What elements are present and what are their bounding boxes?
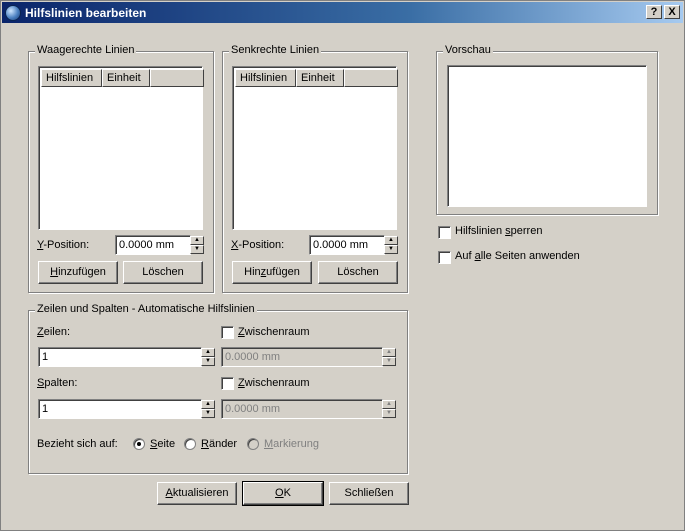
column-header-guides[interactable]: Hilfslinien bbox=[235, 69, 296, 87]
rows-gap-input[interactable]: 0.0000 mm bbox=[221, 347, 383, 367]
column-header-unit[interactable]: Einheit bbox=[296, 69, 344, 87]
columns-gap-label[interactable]: Zwischenraum bbox=[238, 377, 310, 389]
radio-margins[interactable] bbox=[184, 438, 196, 450]
radio-selection-label[interactable]: Markierung bbox=[264, 438, 319, 450]
column-header-empty bbox=[344, 69, 398, 87]
apply-all-pages-checkbox[interactable] bbox=[438, 251, 451, 264]
rows-gap-checkbox[interactable] bbox=[221, 326, 234, 339]
preview-group: Vorschau bbox=[436, 44, 658, 215]
apply-all-pages-label[interactable]: Auf alle Seiten anwenden bbox=[455, 250, 580, 262]
rows-gap-spinner[interactable]: ▲ ▼ bbox=[382, 348, 396, 366]
close-button[interactable]: X bbox=[664, 5, 680, 19]
radio-page[interactable] bbox=[133, 438, 145, 450]
radio-selection[interactable] bbox=[247, 438, 259, 450]
vertical-lines-title: Senkrechte Linien bbox=[229, 44, 322, 56]
refer-to-label: Bezieht sich auf: bbox=[37, 438, 118, 450]
auto-guides-group: Zeilen und Spalten - Automatische Hilfsl… bbox=[28, 303, 408, 474]
y-position-input[interactable]: 0.0000 mm bbox=[115, 235, 191, 255]
columns-label: Spalten: bbox=[37, 377, 78, 389]
close-dialog-button[interactable]: Schließen bbox=[329, 482, 409, 505]
columns-input[interactable]: 1 bbox=[38, 399, 202, 419]
column-header-unit[interactable]: Einheit bbox=[102, 69, 150, 87]
auto-guides-title: Zeilen und Spalten - Automatische Hilfsl… bbox=[35, 303, 257, 315]
preview-canvas bbox=[447, 65, 647, 207]
radio-page-label[interactable]: Seite bbox=[150, 438, 175, 450]
help-button[interactable]: ? bbox=[646, 5, 662, 19]
rows-gap-label[interactable]: Zwischenraum bbox=[238, 326, 310, 338]
preview-title: Vorschau bbox=[443, 44, 493, 56]
radio-margins-label[interactable]: Ränder bbox=[201, 438, 237, 450]
rows-label: Zeilen: bbox=[37, 326, 71, 338]
add-vertical-button[interactable]: Hinzufügen bbox=[232, 261, 312, 284]
lock-guides-label[interactable]: Hilfslinien sperren bbox=[455, 225, 542, 237]
app-icon bbox=[5, 4, 21, 21]
column-header-empty bbox=[150, 69, 204, 87]
vertical-list-header: Hilfslinien Einheit bbox=[235, 69, 398, 87]
vertical-lines-list[interactable]: Hilfslinien Einheit bbox=[232, 66, 398, 230]
rows-spinner[interactable]: ▲ ▼ bbox=[201, 348, 215, 366]
ok-button[interactable]: OK bbox=[242, 481, 324, 506]
x-position-spinner[interactable]: ▲ ▼ bbox=[384, 236, 398, 254]
dialog-window: Hilfslinien bearbeiten ? X Waagerechte L… bbox=[0, 0, 685, 531]
x-position-label: X-Position: bbox=[231, 239, 285, 251]
vertical-lines-group: Senkrechte Linien Hilfslinien Einheit X-… bbox=[222, 44, 408, 293]
horizontal-lines-list[interactable]: Hilfslinien Einheit bbox=[38, 66, 204, 230]
title-bar[interactable]: Hilfslinien bearbeiten ? X bbox=[2, 2, 683, 23]
horizontal-lines-group: Waagerechte Linien Hilfslinien Einheit Y… bbox=[28, 44, 214, 293]
update-button[interactable]: Aktualisieren bbox=[157, 482, 237, 505]
lock-guides-checkbox[interactable] bbox=[438, 226, 451, 239]
columns-spinner[interactable]: ▲ ▼ bbox=[201, 400, 215, 418]
window-title: Hilfslinien bearbeiten bbox=[25, 5, 147, 20]
columns-gap-input[interactable]: 0.0000 mm bbox=[221, 399, 383, 419]
rows-input[interactable]: 1 bbox=[38, 347, 202, 367]
horizontal-lines-title: Waagerechte Linien bbox=[35, 44, 137, 56]
columns-gap-checkbox[interactable] bbox=[221, 377, 234, 390]
columns-gap-spinner[interactable]: ▲ ▼ bbox=[382, 400, 396, 418]
x-position-input[interactable]: 0.0000 mm bbox=[309, 235, 385, 255]
delete-vertical-button[interactable]: Löschen bbox=[318, 261, 398, 284]
add-horizontal-button[interactable]: Hinzufügen bbox=[38, 261, 118, 284]
y-position-spinner[interactable]: ▲ ▼ bbox=[190, 236, 204, 254]
y-position-label: Y-Position: bbox=[37, 239, 90, 251]
delete-horizontal-button[interactable]: Löschen bbox=[123, 261, 203, 284]
horizontal-list-header: Hilfslinien Einheit bbox=[41, 69, 204, 87]
column-header-guides[interactable]: Hilfslinien bbox=[41, 69, 102, 87]
